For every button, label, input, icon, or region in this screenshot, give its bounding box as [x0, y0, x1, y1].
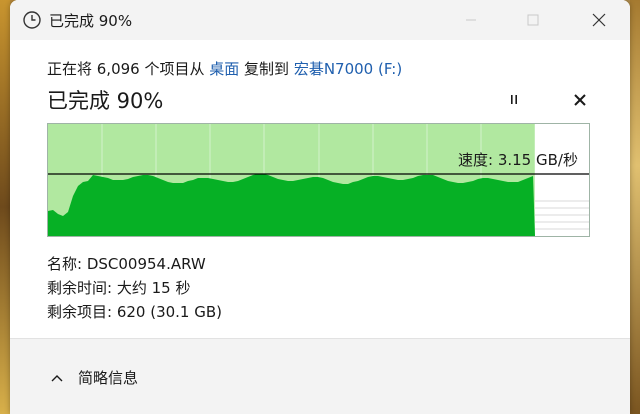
speed-area	[48, 174, 535, 236]
copy-description-prefix: 正在将 6,096 个项目从	[47, 60, 210, 78]
desktop-wallpaper-left	[0, 0, 10, 414]
footer-bar: 简略信息	[10, 338, 630, 414]
detail-items-value: 620 (30.1 GB)	[116, 303, 223, 321]
copy-description-middle: 复制到	[239, 60, 294, 78]
clock-icon	[23, 11, 41, 29]
detail-time-remaining: 剩余时间: 大约 15 秒	[47, 277, 190, 298]
chevron-up-icon	[51, 374, 63, 381]
cancel-button[interactable]	[570, 90, 590, 110]
close-icon	[592, 13, 606, 27]
desktop-wallpaper-right	[630, 0, 640, 414]
title-bar[interactable]: 已完成 90%	[10, 0, 630, 40]
maximize-button[interactable]	[510, 0, 556, 40]
window-title: 已完成 90%	[49, 12, 133, 30]
detail-time-label: 剩余时间:	[47, 279, 117, 297]
maximize-icon	[527, 14, 539, 26]
detail-name-value: DSC00954.ARW	[86, 255, 206, 273]
progress-status: 已完成 90%	[47, 89, 164, 113]
speed-graph-canvas	[48, 124, 589, 236]
less-details-label: 简略信息	[78, 369, 139, 387]
minimize-icon	[466, 19, 476, 21]
transfer-speed-graph: 速度: 3.15 GB/秒	[47, 123, 590, 237]
speed-label: 速度: 3.15 GB/秒	[458, 151, 578, 169]
detail-items-remaining: 剩余项目: 620 (30.1 GB)	[47, 301, 222, 322]
close-button[interactable]	[576, 0, 622, 40]
destination-link[interactable]: 宏碁N7000 (F:)	[294, 60, 402, 78]
cancel-icon	[574, 94, 586, 106]
copy-progress-window: 已完成 90% 正在将 6,096 个项目从 桌面 复制到 宏碁N7000 (F…	[10, 0, 630, 414]
minimize-button[interactable]	[448, 0, 494, 40]
copy-description: 正在将 6,096 个项目从 桌面 复制到 宏碁N7000 (F:)	[47, 58, 402, 79]
pause-button[interactable]	[504, 90, 524, 110]
detail-name-label: 名称:	[47, 255, 87, 273]
detail-time-value: 大约 15 秒	[116, 279, 191, 297]
source-link[interactable]: 桌面	[209, 60, 239, 78]
pause-icon	[511, 95, 517, 104]
less-details-button[interactable]: 简略信息	[50, 367, 138, 388]
detail-name: 名称: DSC00954.ARW	[47, 253, 206, 274]
detail-items-label: 剩余项目:	[47, 303, 117, 321]
